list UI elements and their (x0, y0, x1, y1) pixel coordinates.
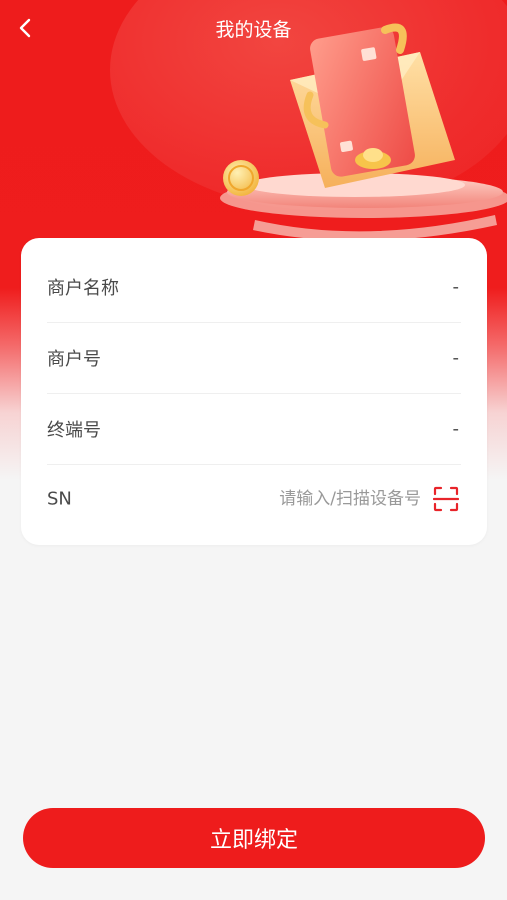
scan-button[interactable] (431, 484, 461, 514)
sn-input[interactable] (201, 489, 421, 509)
bind-now-button[interactable]: 立即绑定 (23, 808, 485, 868)
merchant-name-value: - (452, 276, 460, 298)
scan-icon (433, 486, 459, 512)
merchant-name-row: 商户名称 - (47, 252, 461, 323)
merchant-name-label: 商户名称 (47, 278, 119, 299)
top-navigation-bar: 我的设备 (0, 0, 507, 60)
terminal-number-value: - (452, 418, 460, 440)
terminal-number-label: 终端号 (47, 420, 101, 441)
device-info-card: 商户名称 - 商户号 - 终端号 - SN (21, 238, 487, 545)
page-title: 我的设备 (215, 19, 292, 41)
merchant-number-label: 商户号 (47, 349, 101, 370)
merchant-number-value: - (452, 347, 460, 369)
terminal-number-row: 终端号 - (47, 394, 461, 465)
sn-row: SN (47, 464, 461, 534)
merchant-number-row: 商户号 - (47, 323, 461, 394)
sn-label: SN (47, 488, 72, 510)
